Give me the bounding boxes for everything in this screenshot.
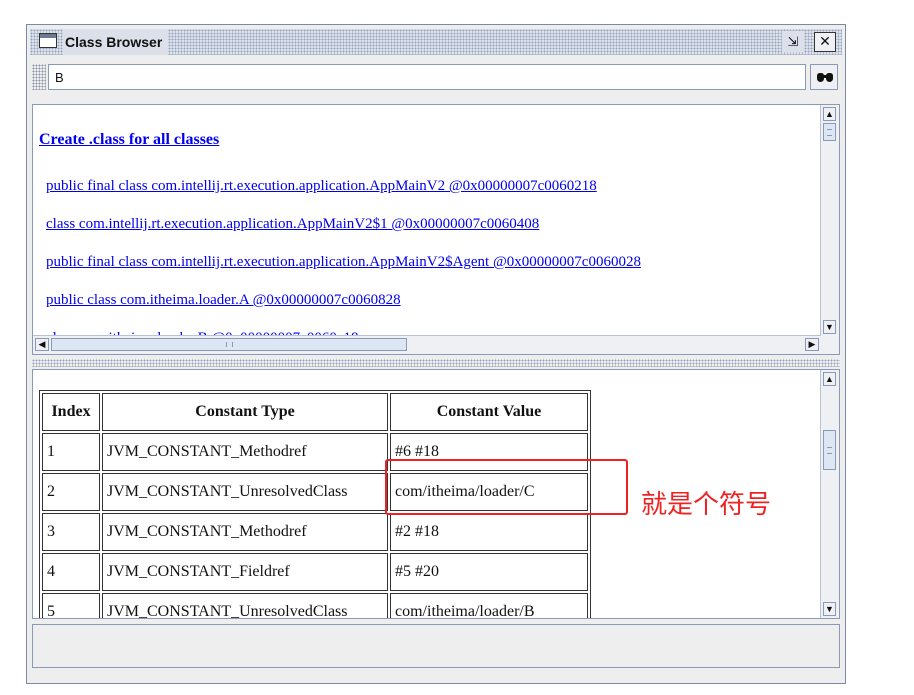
table-row: 3 JVM_CONSTANT_Methodref #2 #18 (42, 513, 588, 551)
table-header-row: Index Constant Type Constant Value (42, 393, 588, 431)
cell-constant-value: #2 #18 (390, 513, 588, 551)
class-link[interactable]: public final class com.intellij.rt.execu… (46, 254, 641, 271)
title-bar[interactable]: Class Browser ⇲ ✕ (30, 29, 842, 55)
cell-constant-type: JVM_CONSTANT_Methodref (102, 433, 388, 471)
cell-constant-type: JVM_CONSTANT_UnresolvedClass (102, 593, 388, 618)
window-title: Class Browser (63, 29, 169, 55)
class-link[interactable]: public class com.itheima.loader.A @0x000… (46, 292, 401, 309)
annotation-label: 就是个符号 (641, 490, 772, 520)
scroll-right-icon[interactable]: ▶ (805, 338, 819, 351)
scroll-up-icon[interactable]: ▲ (823, 107, 836, 121)
cell-index: 5 (42, 593, 100, 618)
detail-vertical-scrollbar[interactable]: ▲ ▼ (820, 370, 839, 618)
scroll-corner (821, 336, 839, 354)
create-class-link[interactable]: Create .class for all classes (39, 131, 219, 149)
binoculars-icon (817, 73, 833, 83)
column-header-constant-value: Constant Value (390, 393, 588, 431)
status-bar (32, 624, 840, 668)
cell-constant-type: JVM_CONSTANT_UnresolvedClass (102, 473, 388, 511)
annotation-highlight-box (385, 459, 628, 515)
window-icon (39, 33, 57, 48)
column-header-index: Index (42, 393, 100, 431)
scroll-up-icon[interactable]: ▲ (823, 372, 836, 386)
scroll-left-icon[interactable]: ◀ (35, 338, 49, 351)
table-row: 4 JVM_CONSTANT_Fieldref #5 #20 (42, 553, 588, 591)
scroll-down-icon[interactable]: ▼ (823, 320, 836, 334)
cell-index: 1 (42, 433, 100, 471)
cell-constant-type: JVM_CONSTANT_Fieldref (102, 553, 388, 591)
class-list-pane: Create .class for all classes public fin… (32, 104, 840, 355)
toolbar-grip-handle[interactable] (32, 64, 46, 90)
cell-constant-value: #5 #20 (390, 553, 588, 591)
cell-constant-type: JVM_CONSTANT_Methodref (102, 513, 388, 551)
horizontal-scroll-thumb[interactable] (51, 338, 407, 351)
class-link[interactable]: public final class com.intellij.rt.execu… (46, 178, 597, 195)
scroll-thumb[interactable] (823, 123, 836, 141)
find-button[interactable] (810, 64, 838, 90)
class-link[interactable]: class com.intellij.rt.execution.applicat… (46, 216, 539, 233)
cell-index: 4 (42, 553, 100, 591)
class-list-vertical-scrollbar[interactable]: ▲ ▼ (820, 105, 839, 336)
search-toolbar (30, 61, 842, 93)
scroll-down-icon[interactable]: ▼ (823, 602, 836, 616)
search-input[interactable] (48, 64, 806, 90)
class-browser-window: Class Browser ⇲ ✕ Create .class for all … (26, 24, 846, 684)
table-row: 5 JVM_CONSTANT_UnresolvedClass com/ithei… (42, 593, 588, 618)
cell-index: 3 (42, 513, 100, 551)
close-icon[interactable]: ✕ (814, 32, 836, 52)
split-pane-divider[interactable] (32, 359, 840, 367)
class-list-horizontal-scrollbar[interactable]: ◀ ▶ (33, 335, 821, 354)
cell-constant-value: com/itheima/loader/B (390, 593, 588, 618)
restore-icon[interactable]: ⇲ (782, 31, 804, 52)
cell-index: 2 (42, 473, 100, 511)
column-header-constant-type: Constant Type (102, 393, 388, 431)
scroll-thumb[interactable] (823, 430, 836, 470)
